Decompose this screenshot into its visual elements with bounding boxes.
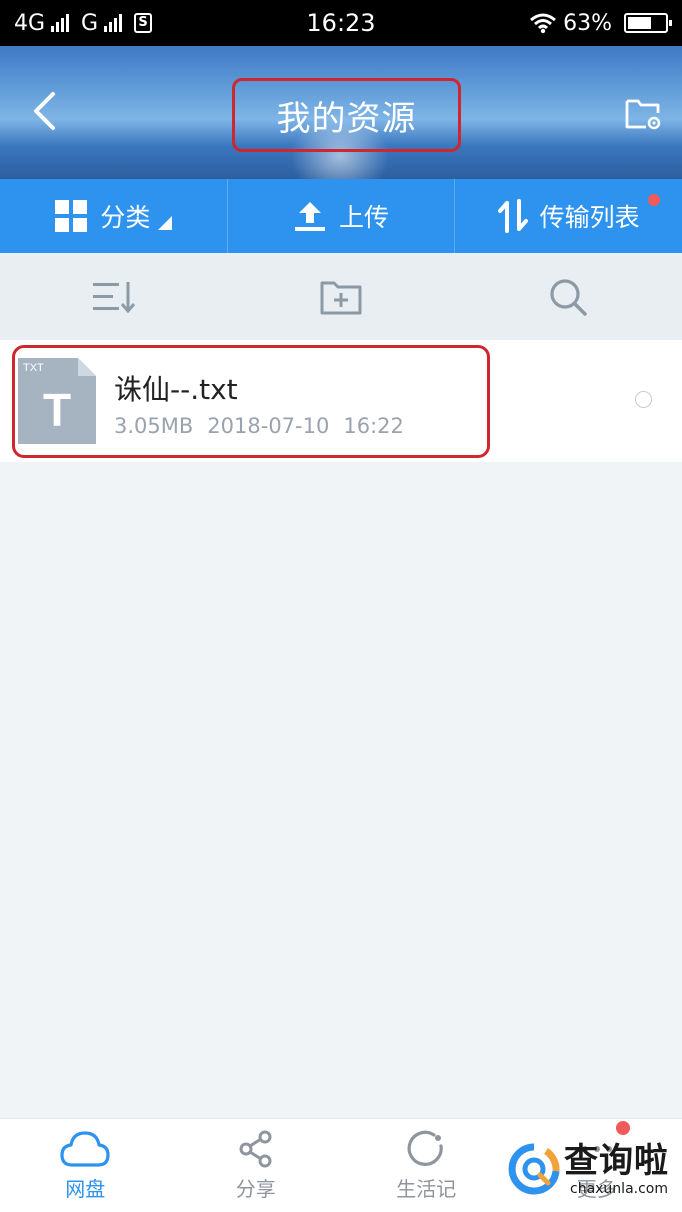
title-highlight: 我的资源 [232,78,461,152]
folder-settings-button[interactable] [622,92,666,136]
watermark-logo-icon [508,1143,560,1194]
status-bar: 4G G S 16:23 63% [0,0,682,46]
sim-badge: S [134,13,153,33]
battery-icon [624,13,672,33]
file-meta: 3.05MB 2018-07-10 16:22 [114,414,404,438]
search-icon [550,278,588,316]
action-bar: 分类 上传 传输列表 [0,179,682,253]
toolbar [0,253,682,340]
cloud-icon [60,1131,110,1167]
file-time: 16:22 [343,414,404,438]
watermark-en: chaxunla.com [570,1180,668,1197]
watermark: 查询啦 chaxunla.com [506,1125,682,1212]
network-type-2: G [81,10,99,36]
battery-percent: 63% [563,10,612,36]
sort-icon [92,281,135,313]
file-list: TXT T 诛仙--.txt 3.05MB 2018-07-10 16:22 [0,340,682,462]
signal-icon [51,14,70,32]
status-left: 4G G S [14,10,153,36]
search-button[interactable] [455,253,682,340]
nav-label: 分享 [235,1177,276,1201]
wifi-icon [530,13,557,34]
header: 我的资源 [0,46,682,179]
notification-dot [648,194,661,206]
file-row[interactable]: TXT T 诛仙--.txt 3.05MB 2018-07-10 16:22 [0,340,682,462]
back-button[interactable] [22,86,66,136]
txt-file-icon: TXT T [18,358,96,444]
category-button[interactable]: 分类 [0,179,227,253]
add-folder-icon [320,281,362,314]
category-label: 分类 [100,203,151,232]
new-folder-button[interactable] [227,253,454,340]
battery-fill [628,17,651,29]
watermark-text: 查询啦 chaxunla.com [564,1141,669,1197]
status-right: 63% [529,10,672,36]
file-size: 3.05MB [114,414,194,438]
nav-item-share[interactable]: 分享 [171,1119,342,1212]
transfer-list-button[interactable]: 传输列表 [454,179,682,253]
file-name: 诛仙--.txt [114,373,238,406]
upload-label: 上传 [339,203,390,232]
dropdown-caret-icon [158,216,173,230]
sort-button[interactable] [0,253,227,340]
page-title: 我的资源 [276,98,417,139]
watermark-cn: 查询啦 [564,1140,669,1181]
nav-label: 网盘 [65,1177,106,1201]
upload-button[interactable]: 上传 [226,179,455,253]
signal-icon [104,14,123,32]
life-record-icon [407,1130,443,1166]
folder-settings-icon [625,99,661,130]
nav-item-cloud-drive[interactable]: 网盘 [0,1119,171,1212]
select-checkbox[interactable] [635,391,652,408]
file-date: 2018-07-10 [207,414,330,438]
nav-label: 生活记 [396,1177,457,1201]
back-arrow-icon [34,92,55,130]
grid-icon [55,200,88,232]
network-type-1: 4G [14,10,46,36]
file-type-letter: T [43,384,71,436]
nav-item-life-record[interactable]: 生活记 [341,1119,512,1212]
file-type-badge: TXT [23,362,44,374]
transfer-arrows-icon [497,199,528,233]
upload-icon [295,202,325,231]
transfer-list-label: 传输列表 [539,203,640,232]
share-icon [239,1130,272,1168]
